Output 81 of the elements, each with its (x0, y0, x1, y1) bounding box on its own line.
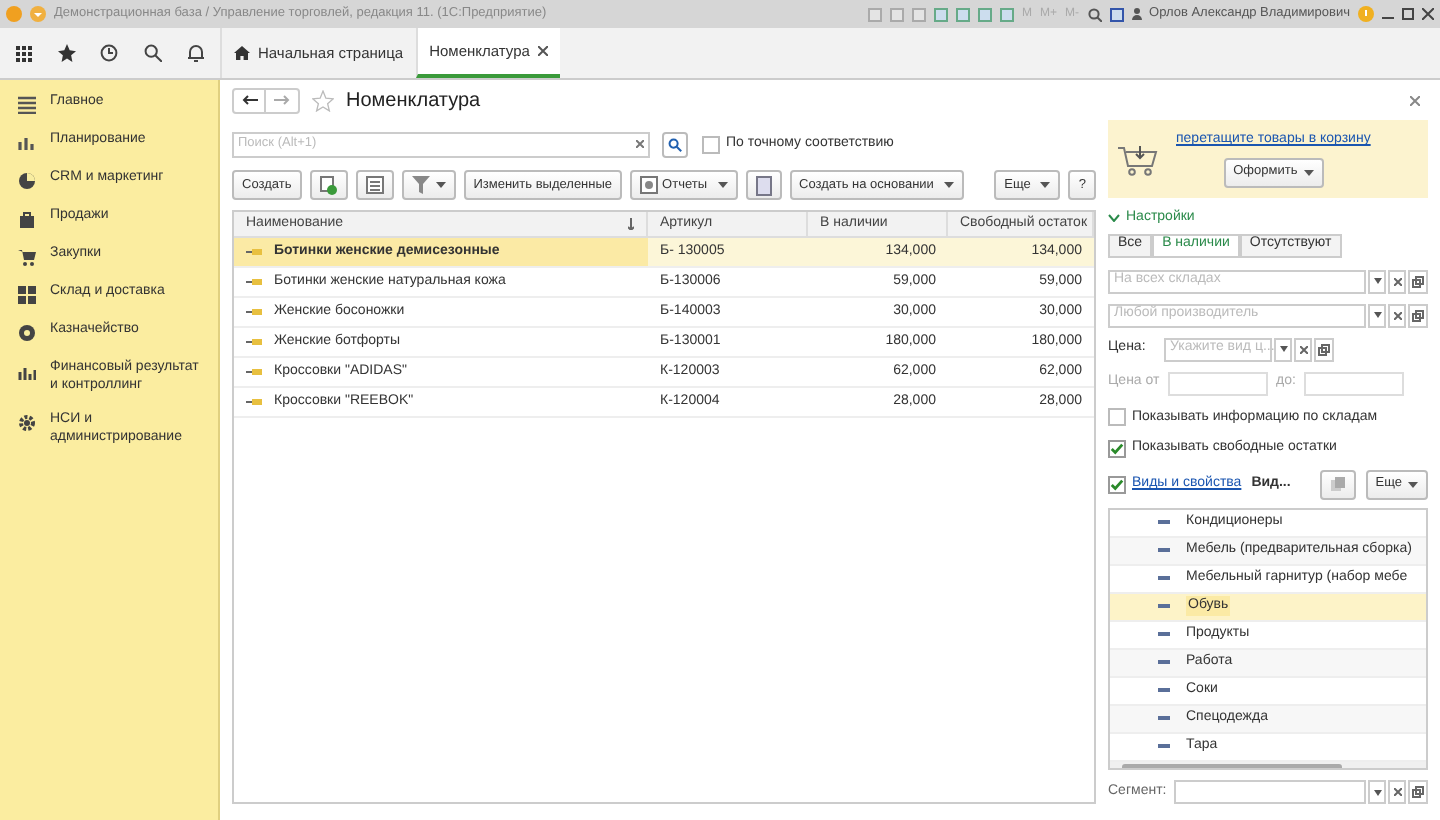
copy-button[interactable] (1319, 469, 1356, 500)
dropdown-icon[interactable] (1274, 337, 1292, 362)
bell-icon[interactable] (187, 44, 204, 62)
price-to-field[interactable] (1303, 371, 1404, 396)
open-link-icon[interactable] (1408, 780, 1428, 804)
star-icon[interactable] (312, 89, 334, 111)
caret-icon (1303, 169, 1314, 176)
dash-icon (1158, 744, 1170, 749)
close-icon[interactable] (1410, 95, 1420, 105)
caret-icon (1408, 481, 1418, 488)
form-title: Номенклатура (346, 87, 481, 115)
item-icon (246, 398, 262, 406)
report-icon (640, 176, 659, 194)
caret-icon (435, 182, 446, 188)
coin-icon (18, 324, 36, 342)
dash-icon (1158, 520, 1170, 525)
close-icon[interactable] (1422, 8, 1434, 20)
search-icon[interactable] (144, 44, 163, 62)
dash-icon (1158, 548, 1170, 553)
dash-icon (1158, 688, 1170, 693)
bar-chart-icon (18, 134, 36, 152)
open-link-icon[interactable] (1408, 303, 1428, 328)
checkbox[interactable] (1108, 475, 1126, 494)
table-icon (365, 176, 384, 194)
bag-icon (18, 210, 36, 228)
clear-icon[interactable] (636, 140, 644, 148)
apps-grid-icon[interactable] (16, 45, 33, 61)
pie-chart-icon (18, 172, 36, 190)
toolbar-button[interactable] (745, 170, 781, 200)
open-link-icon[interactable] (1314, 337, 1334, 362)
dash-icon (1158, 632, 1170, 637)
clear-icon[interactable] (1388, 780, 1406, 804)
item-icon (246, 308, 262, 316)
home-icon (234, 46, 250, 60)
clear-icon[interactable] (1294, 337, 1312, 362)
caret-icon (717, 182, 727, 188)
chevron-down-icon (1108, 214, 1120, 223)
price-from-field[interactable] (1168, 371, 1268, 396)
star-icon[interactable] (57, 44, 76, 62)
filter-icon (411, 176, 430, 194)
cart-icon (18, 248, 36, 266)
grid-icon (18, 286, 36, 304)
maximize-icon[interactable] (1402, 8, 1414, 20)
segment-field[interactable] (1174, 780, 1366, 804)
search-icon[interactable] (662, 131, 688, 157)
bar-chart-icon (18, 362, 36, 380)
dash-icon (1158, 576, 1170, 581)
item-icon (246, 278, 262, 286)
dash-icon (1158, 716, 1170, 721)
copy-icon (1329, 476, 1346, 493)
zoom-icon[interactable] (1087, 7, 1102, 21)
open-link-icon[interactable] (1408, 269, 1428, 294)
cart-icon (1116, 143, 1160, 176)
dash-icon (1158, 660, 1170, 665)
clear-icon[interactable] (1388, 269, 1406, 294)
sort-arrow-icon (628, 218, 634, 230)
dropdown-icon[interactable] (1368, 780, 1386, 804)
toolbar-button[interactable] (401, 170, 456, 200)
user-icon (1131, 8, 1142, 20)
app-logo-icon (6, 6, 22, 22)
toolbar-button[interactable] (309, 170, 348, 200)
checkbox[interactable] (702, 135, 720, 153)
caret-icon (1040, 182, 1051, 188)
panel-icon[interactable] (1109, 7, 1124, 21)
clear-icon[interactable] (1388, 303, 1406, 328)
close-icon[interactable] (537, 46, 548, 56)
toolbar-button[interactable] (355, 170, 394, 200)
document-icon (755, 175, 771, 195)
checkbox[interactable] (1108, 408, 1126, 427)
caret-icon (943, 182, 954, 188)
dropdown-icon[interactable] (1368, 269, 1386, 294)
menu-icon (18, 96, 36, 114)
item-icon (246, 248, 262, 256)
checkbox[interactable] (1108, 439, 1126, 458)
dropdown-icon[interactable] (1368, 303, 1386, 328)
item-icon (246, 368, 262, 376)
history-icon[interactable] (100, 44, 119, 62)
dash-icon (1158, 604, 1170, 609)
settings-icon (18, 414, 36, 432)
item-icon (246, 338, 262, 346)
copy-icon (319, 175, 338, 195)
